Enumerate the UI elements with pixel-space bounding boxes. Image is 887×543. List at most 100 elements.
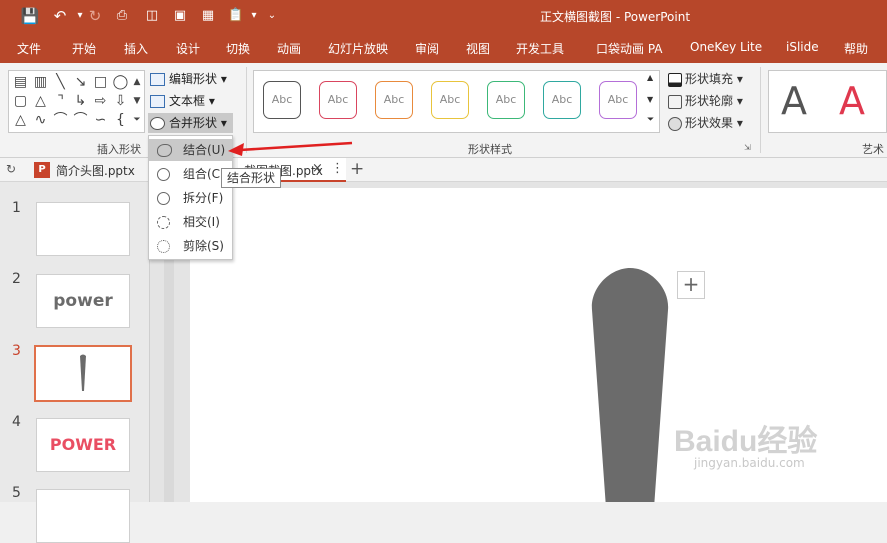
gallery-more-icon[interactable]: ⏷ <box>130 111 144 130</box>
shape-effect-button[interactable]: 形状效果 ▾ <box>668 113 743 133</box>
tab-slideshow[interactable]: 幻灯片放映 <box>328 40 388 57</box>
slide-number: 5 <box>12 485 21 501</box>
wordart-sample-2[interactable]: A <box>839 81 865 121</box>
slide-thumbnail-3[interactable] <box>34 345 132 402</box>
new-tab-icon[interactable]: + <box>350 159 364 179</box>
style-sample-5[interactable]: Abc <box>487 81 525 119</box>
style-sample-2[interactable]: Abc <box>319 81 357 119</box>
freeform-shape-icon[interactable]: △ <box>11 111 30 130</box>
slide-thumbnail-4[interactable]: POWER <box>36 418 130 472</box>
wordart-gallery[interactable]: A A <box>768 70 887 133</box>
shape-outline-button[interactable]: 形状轮廓 ▾ <box>668 91 743 111</box>
line-shape-icon[interactable]: ╲ <box>51 73 70 92</box>
undo-icon[interactable]: ↶ <box>50 6 70 26</box>
redo-icon: ↻ <box>88 7 102 25</box>
pptx-file-icon: P <box>34 162 50 178</box>
slide-thumbnail-1[interactable] <box>36 202 130 256</box>
tab-options-icon[interactable]: ⋮ <box>331 161 344 176</box>
gallery-scroll-down-icon[interactable]: ▼ <box>130 92 144 111</box>
textbox-shape-icon[interactable]: ▤ <box>11 73 30 92</box>
tab-insert[interactable]: 插入 <box>124 40 148 57</box>
tab-islide[interactable]: iSlide <box>786 40 819 54</box>
style-scroll-down-icon[interactable]: ▼ <box>647 95 653 104</box>
paint-bucket-icon <box>668 72 682 87</box>
print-preview-icon[interactable]: ⎙ <box>112 6 132 26</box>
merge-shapes-menu: 结合(U) 组合(C) 拆分(F) 相交(I) 剪除(S) <box>148 135 233 260</box>
fragment-label: 拆分(F) <box>183 191 224 205</box>
style-sample-7[interactable]: Abc <box>599 81 637 119</box>
triangle-shape-icon[interactable]: △ <box>31 92 50 111</box>
shape-fill-button[interactable]: 形状填充 ▾ <box>668 69 743 89</box>
menu-item-combine[interactable]: 组合(C) <box>149 163 232 185</box>
close-tab-icon[interactable]: × <box>312 161 323 176</box>
elbow-connector-shape-icon[interactable]: ⌝ <box>51 92 70 111</box>
edit-shape-button[interactable]: 编辑形状 ▾ <box>150 69 227 89</box>
tab-review[interactable]: 审阅 <box>415 40 439 57</box>
fit-icon[interactable]: ▣ <box>170 6 190 26</box>
gallery-scroll-up-icon[interactable]: ▲ <box>130 73 144 92</box>
arrow-line-shape-icon[interactable]: ↘ <box>71 73 90 92</box>
paste-dropdown-icon[interactable]: ▾ <box>244 6 264 26</box>
align-icon[interactable]: ◫ <box>142 6 162 26</box>
shape-styles-launcher-icon[interactable]: ⇲ <box>744 143 751 152</box>
arc-shape-icon[interactable]: ⌒ <box>71 111 90 130</box>
tab-animations[interactable]: 动画 <box>277 40 301 57</box>
shape-gallery[interactable]: ▤ ▥ ╲ ↘ □ ◯ ▢ △ ⌝ ↳ ⇨ ⇩ △ ∿ ⌒ ⌒ ∽ { ▲ ▼ … <box>8 70 145 133</box>
tab-developer[interactable]: 开发工具 <box>516 40 564 57</box>
shape-style-gallery[interactable]: Abc Abc Abc Abc Abc Abc Abc ▲ ▼ ⏷ <box>253 70 660 133</box>
customize-qat-icon[interactable]: ⌄ <box>262 6 282 26</box>
merge-shapes-button[interactable]: 合并形状 ▾ <box>148 113 233 133</box>
text-box-button[interactable]: 文本框 ▾ <box>150 91 215 111</box>
curve-shape-icon[interactable]: ⌒ <box>51 111 70 130</box>
slide-thumbnail-2[interactable]: power <box>36 274 130 328</box>
style-more-icon[interactable]: ⏷ <box>647 115 654 125</box>
right-arrow-shape-icon[interactable]: ⇨ <box>91 92 110 111</box>
tab-home[interactable]: 开始 <box>72 40 96 57</box>
subtract-icon <box>157 240 170 253</box>
down-arrow-shape-icon[interactable]: ⇩ <box>111 92 130 111</box>
slide-thumbnail-panel[interactable]: ↻ P 简介头图.pptx 1 2 power 3 4 POWER 5 <box>0 158 150 543</box>
refresh-icon[interactable]: ↻ <box>6 162 16 176</box>
style-sample-4[interactable]: Abc <box>431 81 469 119</box>
effect-icon <box>668 116 682 131</box>
paste-icon[interactable]: 📋 <box>226 6 246 26</box>
vertical-textbox-shape-icon[interactable]: ▥ <box>31 73 50 92</box>
tab-pocket-animation[interactable]: 口袋动画 PA <box>596 40 663 57</box>
style-scroll-up-icon[interactable]: ▲ <box>647 73 653 82</box>
edit-shape-icon <box>150 73 165 86</box>
style-sample-6[interactable]: Abc <box>543 81 581 119</box>
menu-item-fragment[interactable]: 拆分(F) <box>149 187 232 209</box>
rounded-rect-shape-icon[interactable]: ▢ <box>11 92 30 111</box>
menu-item-subtract[interactable]: 剪除(S) <box>149 235 232 257</box>
tab-view[interactable]: 视图 <box>466 40 490 57</box>
brace-shape-icon[interactable]: { <box>111 111 130 130</box>
grid-icon[interactable]: ▦ <box>198 6 218 26</box>
style-sample-1[interactable]: Abc <box>263 81 301 119</box>
tab-file[interactable]: 文件 <box>17 40 41 57</box>
style-sample-3[interactable]: Abc <box>375 81 413 119</box>
tooltip: 结合形状 <box>221 168 282 188</box>
merge-shapes-label: 合并形状 <box>169 116 218 130</box>
menu-item-union[interactable]: 结合(U) <box>149 139 232 161</box>
curved-connector-shape-icon[interactable]: ∽ <box>91 111 110 130</box>
ribbon-tabs: 文件 开始 插入 设计 切换 动画 幻灯片放映 审阅 视图 开发工具 口袋动画 … <box>0 33 887 63</box>
elbow-arrow-shape-icon[interactable]: ↳ <box>71 92 90 111</box>
menu-item-intersect[interactable]: 相交(I) <box>149 211 232 233</box>
window-title: 正文横图截图 - PowerPoint <box>540 10 691 24</box>
wordart-sample-1[interactable]: A <box>781 81 807 121</box>
scribble-shape-icon[interactable]: ∿ <box>31 111 50 130</box>
rectangle-shape-icon[interactable]: □ <box>91 73 110 92</box>
subtract-label: 剪除(S) <box>183 239 224 253</box>
tab-help[interactable]: 帮助 <box>844 40 868 57</box>
slide-thumbnail-5[interactable] <box>36 489 130 543</box>
tab-onekey-lite[interactable]: OneKey Lite <box>690 40 762 54</box>
layout-options-icon[interactable]: + <box>677 271 705 299</box>
slide-canvas[interactable]: + Baidu经验 jingyan.baidu.com <box>190 188 887 502</box>
slide-3-thumb-shape <box>80 354 86 391</box>
tab-transitions[interactable]: 切换 <box>226 40 250 57</box>
watermark-logo: Baidu经验 <box>674 425 818 458</box>
file-tab-name[interactable]: 简介头图.pptx <box>56 162 135 179</box>
save-icon[interactable]: 💾 <box>20 6 40 26</box>
tab-design[interactable]: 设计 <box>176 40 200 57</box>
oval-shape-icon[interactable]: ◯ <box>111 73 130 92</box>
